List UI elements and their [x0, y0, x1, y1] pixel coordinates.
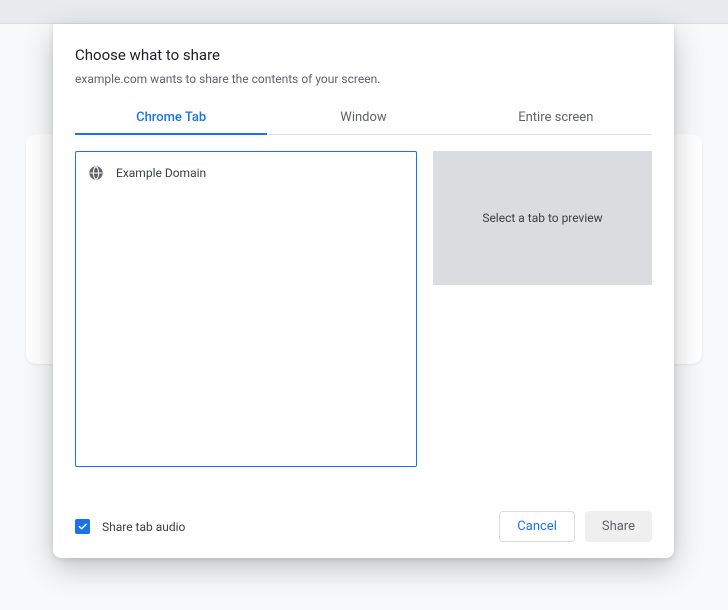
tab-entire-screen[interactable]: Entire screen — [460, 100, 652, 134]
tab-window[interactable]: Window — [267, 100, 459, 134]
browser-top-bar — [0, 0, 728, 24]
share-audio-option[interactable]: Share tab audio — [75, 519, 185, 534]
dialog-content: Example Domain Select a tab to preview — [75, 151, 652, 485]
dialog-subtitle: example.com wants to share the contents … — [75, 72, 652, 86]
share-dialog: Choose what to share example.com wants t… — [53, 24, 674, 558]
share-audio-label: Share tab audio — [102, 520, 185, 534]
tab-item[interactable]: Example Domain — [76, 158, 416, 188]
share-audio-checkbox[interactable] — [75, 519, 90, 534]
globe-icon — [88, 165, 104, 181]
dialog-title: Choose what to share — [75, 46, 652, 64]
dialog-buttons: Cancel Share — [499, 511, 652, 542]
preview-placeholder: Select a tab to preview — [482, 211, 602, 225]
checkmark-icon — [77, 521, 88, 532]
share-button[interactable]: Share — [585, 511, 652, 542]
share-type-tabs: Chrome Tab Window Entire screen — [75, 100, 652, 135]
tab-chrome-tab[interactable]: Chrome Tab — [75, 100, 267, 134]
dialog-footer: Share tab audio Cancel Share — [75, 511, 652, 542]
tab-list[interactable]: Example Domain — [75, 151, 417, 467]
cancel-button[interactable]: Cancel — [499, 511, 575, 542]
preview-pane: Select a tab to preview — [433, 151, 652, 285]
tab-item-label: Example Domain — [116, 166, 206, 180]
